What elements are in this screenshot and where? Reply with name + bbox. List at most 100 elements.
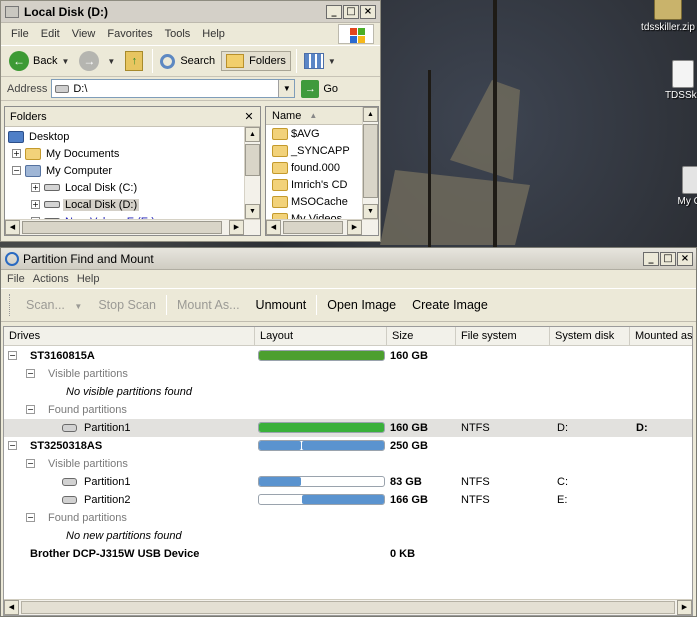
menu-file[interactable]: File: [5, 28, 35, 40]
dropdown-arrow-icon[interactable]: ▼: [74, 302, 82, 311]
desktop-icon-tdsskiller[interactable]: TDSSkil: [653, 60, 697, 101]
column-header-drives[interactable]: Drives: [4, 327, 255, 346]
mount-as-button[interactable]: Mount As...: [169, 298, 248, 312]
menu-edit[interactable]: Edit: [35, 28, 66, 40]
column-header-system-disk[interactable]: System disk: [550, 327, 630, 346]
tree-item-desktop[interactable]: Desktop: [8, 128, 71, 145]
scroll-up-icon[interactable]: ▲: [363, 107, 378, 122]
scroll-left-icon[interactable]: ◀: [266, 220, 281, 235]
toolbar-separator: [316, 295, 318, 315]
search-button[interactable]: Search: [156, 52, 219, 71]
close-button[interactable]: ×: [677, 251, 693, 266]
close-icon[interactable]: ✕: [242, 110, 256, 123]
table-row[interactable]: No new partitions found: [4, 527, 692, 545]
expand-icon[interactable]: +: [31, 200, 40, 209]
scroll-down-icon[interactable]: ▼: [363, 204, 378, 219]
open-image-button[interactable]: Open Image: [319, 298, 404, 312]
grid-horizontal-scrollbar[interactable]: ◀ ▶: [4, 599, 692, 615]
tree-item-my-computer[interactable]: − My Computer: [12, 162, 114, 179]
table-row[interactable]: Partition2 166 GB NTFS E:: [4, 491, 692, 509]
minimize-button[interactable]: _: [643, 251, 659, 266]
stop-scan-button[interactable]: Stop Scan: [90, 298, 164, 312]
collapse-icon[interactable]: −: [26, 513, 35, 522]
list-horizontal-scrollbar[interactable]: ◀ ▶: [266, 219, 378, 235]
collapse-icon[interactable]: −: [26, 459, 35, 468]
scroll-thumb[interactable]: [245, 144, 260, 176]
expand-icon[interactable]: +: [31, 183, 40, 192]
explorer-title-bar[interactable]: Local Disk (D:) _ □ ×: [1, 1, 380, 23]
forward-button[interactable]: → ▼: [75, 49, 119, 73]
table-row[interactable]: − ST3160815A 160 GB: [4, 347, 692, 365]
dropdown-arrow-icon[interactable]: ▼: [328, 57, 336, 66]
computer-icon: [25, 164, 41, 177]
collapse-icon[interactable]: −: [26, 405, 35, 414]
scroll-left-icon[interactable]: ◀: [5, 220, 20, 235]
desktop-icon-tdsskiller-zip[interactable]: tdsskiller.zip: [638, 0, 697, 33]
dropdown-arrow-icon[interactable]: ▼: [61, 57, 69, 66]
unmount-button[interactable]: Unmount: [248, 298, 315, 312]
pfm-title-bar[interactable]: Partition Find and Mount _ □ ×: [1, 248, 696, 270]
scroll-up-icon[interactable]: ▲: [245, 127, 260, 142]
table-row[interactable]: Brother DCP-J315W USB Device 0 KB: [4, 545, 692, 563]
scroll-left-icon[interactable]: ◀: [4, 600, 19, 615]
close-button[interactable]: ×: [360, 4, 376, 19]
table-row[interactable]: Partition1 160 GB NTFS D: D:: [4, 419, 692, 437]
table-row[interactable]: − Found partitions: [4, 401, 692, 419]
menu-file[interactable]: File: [3, 273, 29, 285]
list-vertical-scrollbar[interactable]: ▲ ▼: [362, 107, 378, 219]
tree-item-local-disk-d[interactable]: + Local Disk (D:): [31, 196, 140, 213]
tree-item-local-disk-c[interactable]: + Local Disk (C:): [31, 179, 139, 196]
scroll-right-icon[interactable]: ▶: [347, 220, 362, 235]
scroll-down-icon[interactable]: ▼: [245, 204, 260, 219]
collapse-icon[interactable]: −: [26, 369, 35, 378]
drive-name: Brother DCP-J315W USB Device: [30, 548, 200, 560]
column-header-mounted-as[interactable]: Mounted as: [630, 327, 694, 346]
scroll-thumb[interactable]: [283, 221, 343, 234]
menu-tools[interactable]: Tools: [159, 28, 197, 40]
scroll-right-icon[interactable]: ▶: [677, 600, 692, 615]
table-row[interactable]: − Found partitions: [4, 509, 692, 527]
minimize-button[interactable]: _: [326, 4, 342, 19]
desktop-icon-my-computer[interactable]: My Co: [662, 166, 697, 207]
collapse-icon[interactable]: −: [12, 166, 21, 175]
column-header-file-system[interactable]: File system: [456, 327, 550, 346]
folder-icon: [272, 178, 288, 191]
dropdown-arrow-icon[interactable]: ▼: [107, 57, 115, 66]
scroll-thumb[interactable]: [363, 124, 378, 198]
column-header-size[interactable]: Size: [387, 327, 456, 346]
collapse-icon[interactable]: −: [8, 441, 17, 450]
table-row[interactable]: − Visible partitions: [4, 455, 692, 473]
scroll-thumb[interactable]: [21, 601, 675, 614]
menu-view[interactable]: View: [66, 28, 102, 40]
up-folder-button[interactable]: ↑: [121, 49, 147, 73]
collapse-icon[interactable]: −: [8, 351, 17, 360]
maximize-button[interactable]: □: [660, 251, 676, 266]
address-input[interactable]: D:\ ▼: [51, 79, 296, 98]
scan-button[interactable]: Scan... ▼: [18, 298, 90, 312]
scroll-thumb[interactable]: [22, 221, 222, 234]
scroll-right-icon[interactable]: ▶: [229, 220, 244, 235]
go-arrow-icon: →: [301, 79, 320, 98]
go-button[interactable]: → Go: [301, 79, 338, 98]
table-row[interactable]: No visible partitions found: [4, 383, 692, 401]
table-row[interactable]: Partition1 83 GB NTFS C:: [4, 473, 692, 491]
address-dropdown-button[interactable]: ▼: [278, 80, 295, 97]
folders-horizontal-scrollbar[interactable]: ◀ ▶: [5, 219, 260, 235]
toolbar-grip[interactable]: [9, 294, 12, 316]
views-button[interactable]: ▼: [300, 51, 340, 71]
ship-sail-image: [380, 170, 530, 245]
table-row[interactable]: − Visible partitions: [4, 365, 692, 383]
folders-button[interactable]: Folders: [221, 51, 291, 71]
tree-item-my-documents[interactable]: + My Documents: [12, 145, 121, 162]
menu-actions[interactable]: Actions: [29, 273, 73, 285]
menu-help[interactable]: Help: [196, 28, 231, 40]
create-image-button[interactable]: Create Image: [404, 298, 496, 312]
table-row[interactable]: − ST3250318AS 250 GB: [4, 437, 692, 455]
column-header-layout[interactable]: Layout: [255, 327, 387, 346]
expand-icon[interactable]: +: [12, 149, 21, 158]
search-label: Search: [180, 55, 216, 67]
menu-favorites[interactable]: Favorites: [101, 28, 158, 40]
maximize-button[interactable]: □: [343, 4, 359, 19]
back-button[interactable]: ← Back ▼: [5, 49, 73, 73]
menu-help[interactable]: Help: [73, 273, 104, 285]
